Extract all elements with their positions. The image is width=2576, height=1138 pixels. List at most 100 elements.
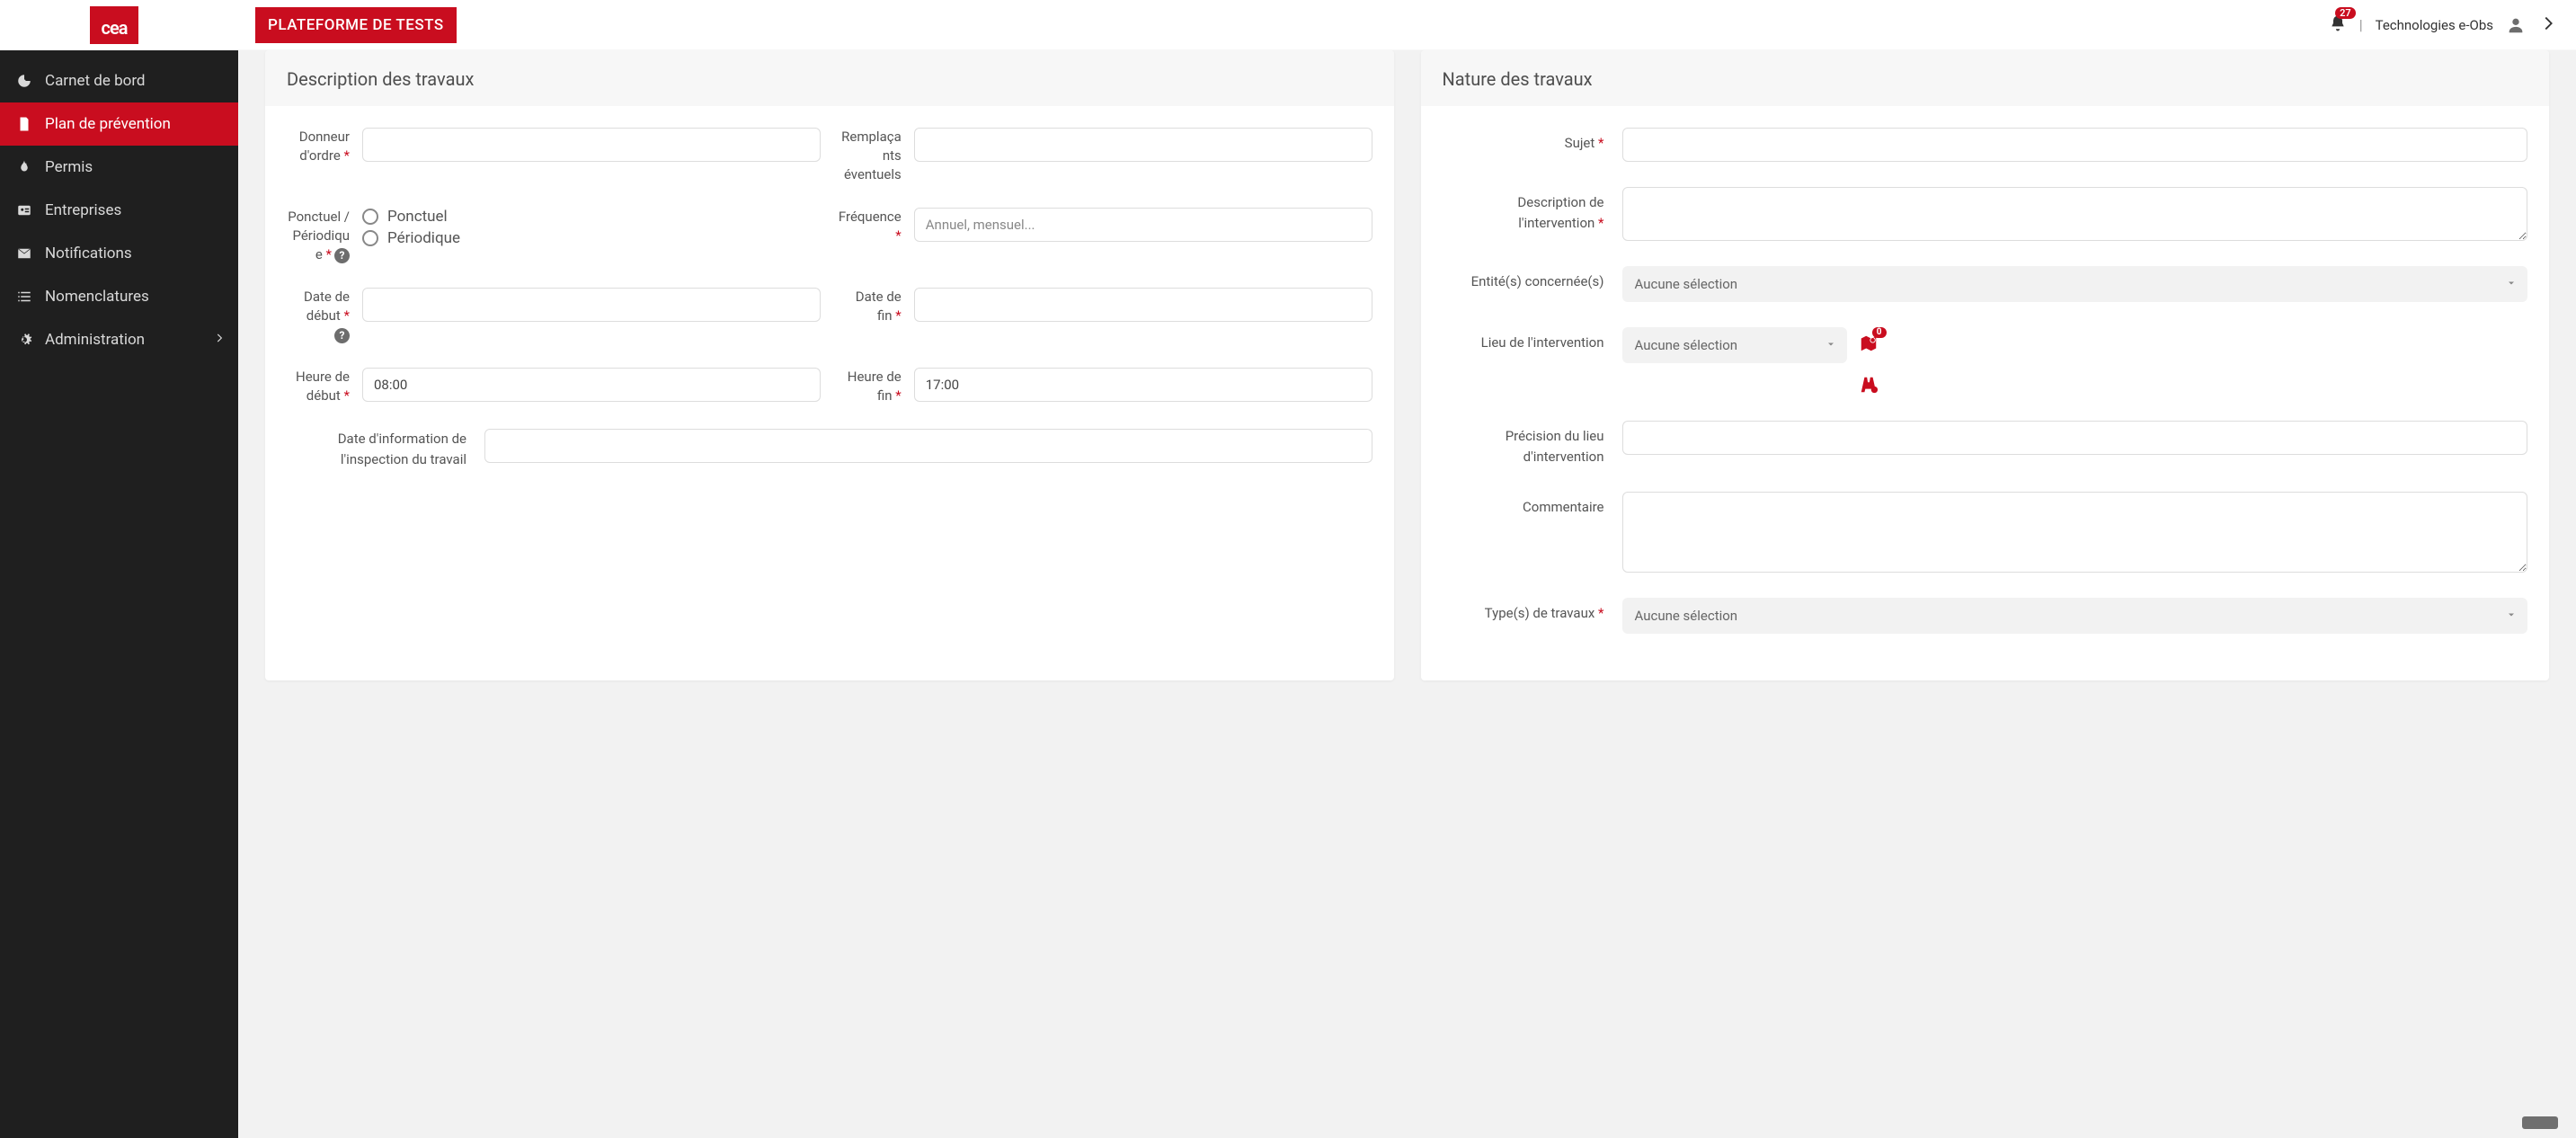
required-mark: * <box>895 227 901 244</box>
sidebar-item-label: Nomenclatures <box>45 288 149 306</box>
ponctuel-periodique-radios: Ponctuel Périodique <box>362 208 821 264</box>
lieu-select[interactable]: Aucune sélection <box>1622 327 1847 363</box>
username-label[interactable]: Technologies e-Obs <box>2376 17 2493 33</box>
chevron-right-icon <box>2538 13 2558 33</box>
required-mark: * <box>895 387 901 404</box>
donneur-ordre-input[interactable] <box>362 128 821 162</box>
caret-down-icon <box>2506 608 2517 624</box>
gear-icon <box>16 332 32 348</box>
required-mark: * <box>344 387 350 404</box>
commentaire-textarea[interactable] <box>1622 492 2528 573</box>
types-travaux-select[interactable]: Aucune sélection <box>1622 598 2528 634</box>
date-debut-label: Date de début * ? <box>287 288 350 344</box>
sidebar-item-label: Entreprises <box>45 201 121 219</box>
logo-text: cea <box>102 17 128 39</box>
sidebar-item-administration[interactable]: Administration <box>0 318 238 361</box>
row-heures: Heure de début * Heure de fin * <box>287 368 1372 405</box>
card-nature-travaux: Nature des travaux Sujet * Description d… <box>1421 50 2550 680</box>
heure-debut-label: Heure de début * <box>287 368 350 405</box>
heure-fin-input[interactable] <box>914 368 1372 402</box>
card-body: Donneur d'ordre * Remplaçants éventuels … <box>265 106 1394 514</box>
lieu-icons: 0 <box>1858 327 1879 396</box>
document-icon <box>16 116 32 132</box>
help-icon[interactable]: ? <box>334 248 350 263</box>
notifications-bell[interactable]: 27 <box>2329 14 2347 36</box>
date-debut-input[interactable] <box>362 288 821 322</box>
desc-intervention-textarea[interactable] <box>1622 187 2528 241</box>
radio-ponctuel[interactable]: Ponctuel <box>362 208 821 226</box>
row-date-info-inspection: Date d'information de l'inspection du tr… <box>287 429 1372 469</box>
row-ponctuel-frequence: Ponctuel / Périodique *? Ponctuel Périod… <box>287 208 1372 264</box>
required-mark: * <box>1598 215 1603 231</box>
row-precision-lieu: Précision du lieu d'intervention <box>1443 421 2528 467</box>
sidebar-item-entreprises[interactable]: Entreprises <box>0 189 238 232</box>
help-icon[interactable]: ? <box>334 328 350 343</box>
select-value: Aucune sélection <box>1635 608 1738 624</box>
platform-banner: PLATEFORME DE TESTS <box>255 7 457 43</box>
precision-lieu-label: Précision du lieu d'intervention <box>1443 421 1604 467</box>
row-desc-intervention: Description de l'intervention * <box>1443 187 2528 241</box>
map-badge: 0 <box>1872 327 1887 338</box>
select-value: Aucune sélection <box>1635 276 1738 292</box>
sidebar-item-label: Plan de prévention <box>45 115 171 133</box>
donneur-ordre-label: Donneur d'ordre * <box>287 128 350 184</box>
expand-button[interactable] <box>2538 13 2558 37</box>
frequence-label: Fréquence * <box>839 208 902 264</box>
required-mark: * <box>344 307 350 324</box>
date-fin-label: Date de fin * <box>839 288 902 344</box>
heure-debut-input[interactable] <box>362 368 821 402</box>
ponctuel-periodique-label: Ponctuel / Périodique *? <box>287 208 350 264</box>
select-value: Aucune sélection <box>1635 337 1738 353</box>
road-info-button[interactable] <box>1858 374 1879 396</box>
precision-lieu-input[interactable] <box>1622 421 2528 455</box>
sidebar-item-label: Permis <box>45 158 93 176</box>
logo[interactable]: cea <box>90 6 138 44</box>
sidebar-item-notifications[interactable]: Notifications <box>0 232 238 275</box>
separator: | <box>2359 16 2363 33</box>
row-lieu: Lieu de l'intervention Aucune sélection … <box>1443 327 2528 396</box>
row-dates: Date de début * ? Date de fin * <box>287 288 1372 344</box>
required-mark: * <box>344 147 350 164</box>
required-mark: * <box>1598 605 1603 621</box>
caret-down-icon <box>2506 276 2517 292</box>
remplacants-label: Remplaçants éventuels <box>839 128 902 184</box>
row-sujet: Sujet * <box>1443 128 2528 162</box>
gauge-icon <box>16 73 32 89</box>
road-info-icon <box>1859 375 1879 395</box>
radio-periodique-input[interactable] <box>362 230 378 246</box>
notifications-count-badge: 27 <box>2335 7 2356 19</box>
sidebar-item-nomenclatures[interactable]: Nomenclatures <box>0 275 238 318</box>
card-body: Sujet * Description de l'intervention * … <box>1421 106 2550 680</box>
required-mark: * <box>895 307 901 324</box>
row-commentaire: Commentaire <box>1443 492 2528 573</box>
date-fin-input[interactable] <box>914 288 1372 322</box>
sujet-label: Sujet * <box>1443 128 1604 154</box>
row-donneur-remplacants: Donneur d'ordre * Remplaçants éventuels <box>287 128 1372 184</box>
sidebar-item-carnet[interactable]: Carnet de bord <box>0 59 238 102</box>
row-entites: Entité(s) concernée(s) Aucune sélection <box>1443 266 2528 302</box>
sidebar-item-plan-prevention[interactable]: Plan de prévention <box>0 102 238 146</box>
main: Description des travaux Donneur d'ordre … <box>238 0 2576 707</box>
caret-down-icon <box>1825 337 1836 353</box>
radio-ponctuel-input[interactable] <box>362 209 378 225</box>
topbar-right: 27 | Technologies e-Obs <box>2329 13 2558 37</box>
scrollbar-handle[interactable] <box>2522 1116 2558 1129</box>
sidebar-item-label: Notifications <box>45 244 132 262</box>
map-marker-button[interactable]: 0 <box>1858 333 1879 354</box>
fire-icon <box>16 159 32 175</box>
list-icon <box>16 289 32 305</box>
remplacants-input[interactable] <box>914 128 1372 162</box>
row-types-travaux: Type(s) de travaux * Aucune sélection <box>1443 598 2528 634</box>
chevron-right-icon <box>213 331 226 349</box>
radio-periodique[interactable]: Périodique <box>362 229 821 247</box>
sujet-input[interactable] <box>1622 128 2528 162</box>
frequence-input[interactable] <box>914 208 1372 242</box>
sidebar-item-label: Carnet de bord <box>45 72 146 90</box>
entites-select[interactable]: Aucune sélection <box>1622 266 2528 302</box>
card-description-travaux: Description des travaux Donneur d'ordre … <box>265 50 1394 680</box>
date-info-inspection-input[interactable] <box>484 429 1372 463</box>
heure-fin-label: Heure de fin * <box>839 368 902 405</box>
sidebar-item-permis[interactable]: Permis <box>0 146 238 189</box>
required-mark: * <box>1598 135 1603 151</box>
desc-intervention-label: Description de l'intervention * <box>1443 187 1604 233</box>
